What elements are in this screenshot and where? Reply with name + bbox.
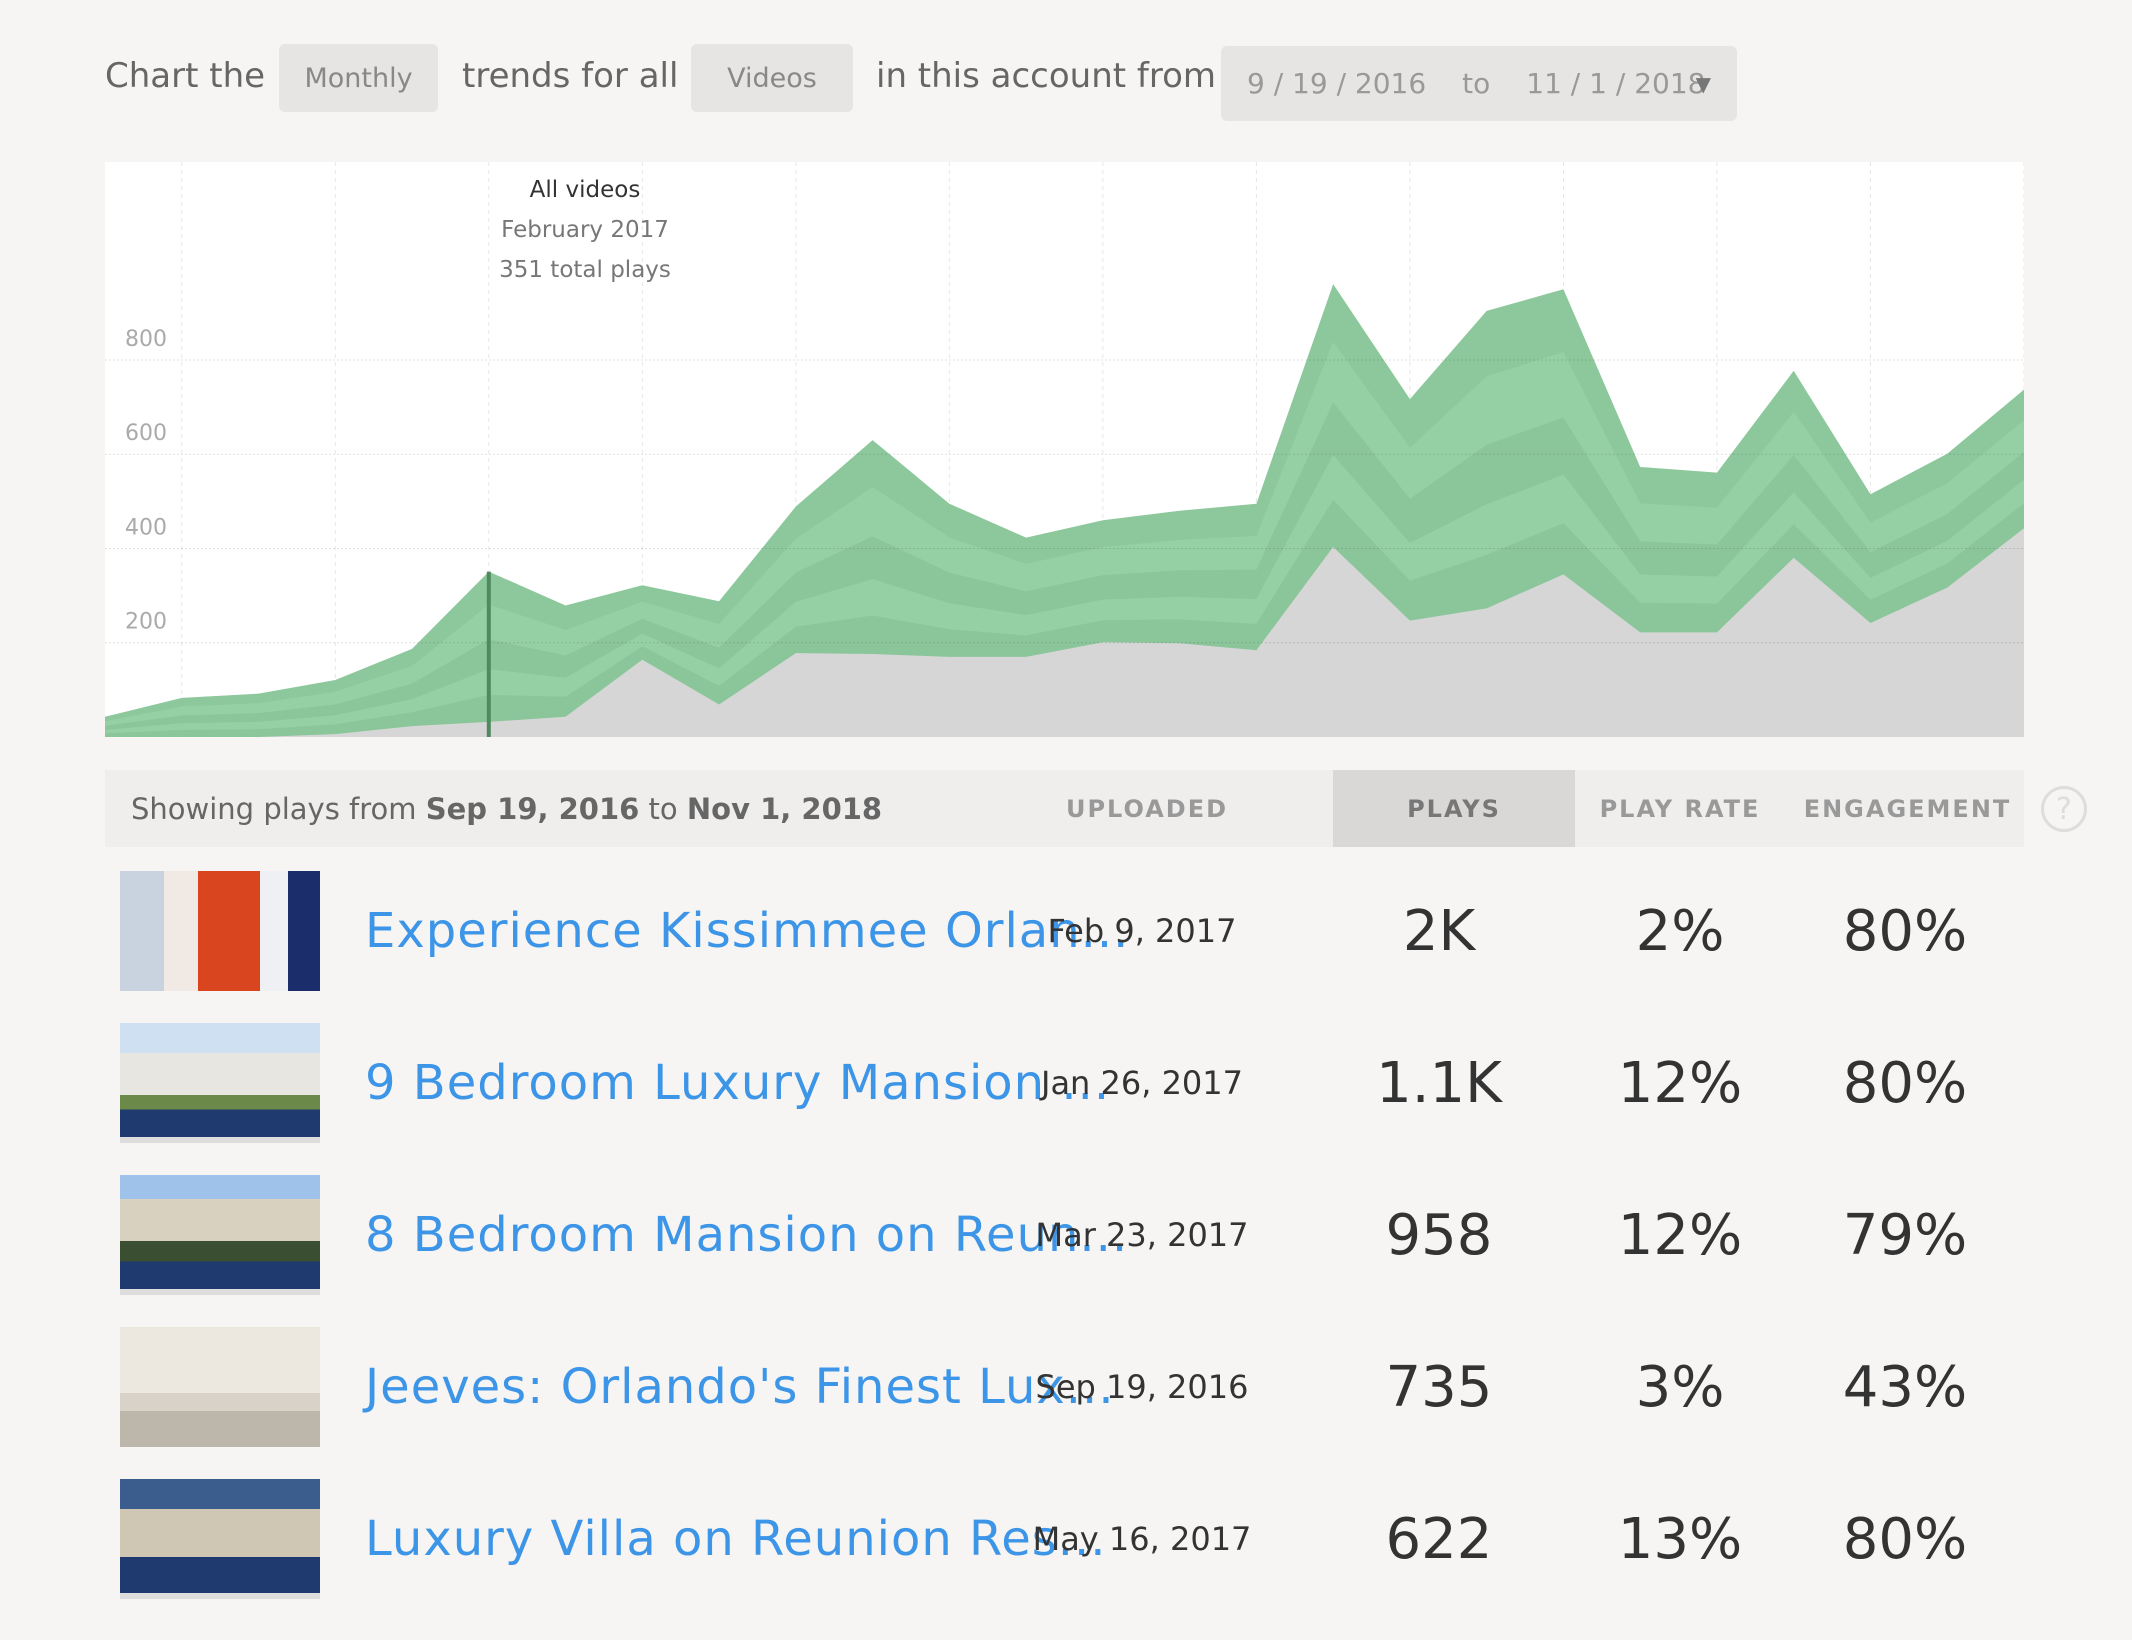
video-thumbnail[interactable] (120, 1023, 320, 1143)
date-summary: Showing plays from Sep 19, 2016 to Nov 1… (131, 770, 882, 847)
video-thumbnail[interactable] (120, 1327, 320, 1447)
engagement-value: 43% (1842, 1354, 1968, 1420)
plays-value: 735 (1385, 1354, 1493, 1420)
column-engagement[interactable]: ENGAGEMENT (1795, 770, 2020, 847)
uploaded-date: Feb 9, 2017 (1047, 912, 1237, 950)
engagement-value: 80% (1842, 898, 1968, 964)
uploaded-date: Mar 23, 2017 (1035, 1216, 1249, 1254)
uploaded-date: Jan 26, 2017 (1041, 1064, 1243, 1102)
plays-chart[interactable]: 200 400 600 800 All videos February 2017 35… (105, 162, 2025, 737)
caret-down-icon[interactable]: ▼ (1696, 72, 1711, 96)
table-row[interactable]: 9 Bedroom Luxury Mansion ... Jan 26, 201… (105, 1007, 2024, 1159)
plays-value: 622 (1385, 1506, 1493, 1572)
column-plays[interactable]: PLAYS (1333, 770, 1575, 847)
play-rate-value: 2% (1635, 898, 1725, 964)
plays-value: 2K (1402, 898, 1476, 964)
table-row[interactable]: Jeeves: Orlando's Finest Lux... Sep 19, … (105, 1311, 2024, 1463)
interval-select[interactable]: Monthly (279, 44, 438, 112)
summary-to: Nov 1, 2018 (686, 791, 883, 826)
video-thumbnail[interactable] (120, 871, 320, 991)
chart-tooltip: All videos February 2017 351 total plays (435, 170, 735, 290)
date-from[interactable]: 9 / 19 / 2016 (1247, 67, 1426, 100)
prompt-text: trends for all (462, 56, 679, 96)
table-row[interactable]: 8 Bedroom Mansion on Reun... Mar 23, 201… (105, 1159, 2024, 1311)
y-tick-label: 600 (125, 421, 167, 446)
table-row[interactable]: Experience Kissimmee Orlan... Feb 9, 201… (105, 855, 2024, 1007)
table-row[interactable]: Luxury Villa on Reunion Res... May 16, 2… (105, 1463, 2024, 1615)
engagement-value: 80% (1842, 1050, 1968, 1116)
tooltip-title: All videos (529, 177, 641, 203)
plays-value: 1.1K (1376, 1050, 1502, 1116)
scope-select[interactable]: Videos (691, 44, 853, 112)
play-rate-value: 12% (1617, 1050, 1743, 1116)
date-to[interactable]: 11 / 1 / 2018 (1526, 67, 1705, 100)
y-tick-label: 200 (125, 610, 167, 635)
tooltip-month: February 2017 (501, 217, 669, 243)
prompt-text: in this account from (876, 56, 1217, 96)
to-label: to (1462, 67, 1491, 100)
uploaded-date: May 16, 2017 (1032, 1520, 1252, 1558)
help-icon[interactable]: ? (2041, 786, 2087, 832)
engagement-value: 79% (1842, 1202, 1968, 1268)
video-thumbnail[interactable] (120, 1175, 320, 1295)
y-tick-label: 800 (125, 327, 167, 352)
column-play-rate[interactable]: PLAY RATE (1575, 770, 1785, 847)
prompt-text: Chart the (105, 56, 266, 96)
date-range-picker[interactable]: 9 / 19 / 2016 to 11 / 1 / 2018 ▼ (1221, 46, 1737, 121)
chart-svg: 200 400 600 800 (105, 162, 2025, 737)
play-rate-value: 3% (1635, 1354, 1725, 1420)
play-rate-value: 13% (1617, 1506, 1743, 1572)
plays-value: 958 (1385, 1202, 1493, 1268)
video-title-link[interactable]: Jeeves: Orlando's Finest Lux... (365, 1311, 1115, 1463)
video-thumbnail[interactable] (120, 1479, 320, 1599)
summary-mid: to (639, 791, 687, 826)
uploaded-date: Sep 19, 2016 (1035, 1368, 1249, 1406)
table-header: Showing plays from Sep 19, 2016 to Nov 1… (105, 770, 2024, 847)
video-title-link[interactable]: Luxury Villa on Reunion Res... (365, 1463, 1107, 1615)
tooltip-total: 351 total plays (499, 257, 671, 283)
summary-prefix: Showing plays from (131, 791, 426, 826)
summary-from: Sep 19, 2016 (425, 791, 640, 826)
engagement-value: 80% (1842, 1506, 1968, 1572)
y-tick-label: 400 (125, 515, 167, 540)
play-rate-value: 12% (1617, 1202, 1743, 1268)
column-uploaded[interactable]: UPLOADED (1027, 770, 1267, 847)
video-title-link[interactable]: 9 Bedroom Luxury Mansion ... (365, 1007, 1110, 1159)
